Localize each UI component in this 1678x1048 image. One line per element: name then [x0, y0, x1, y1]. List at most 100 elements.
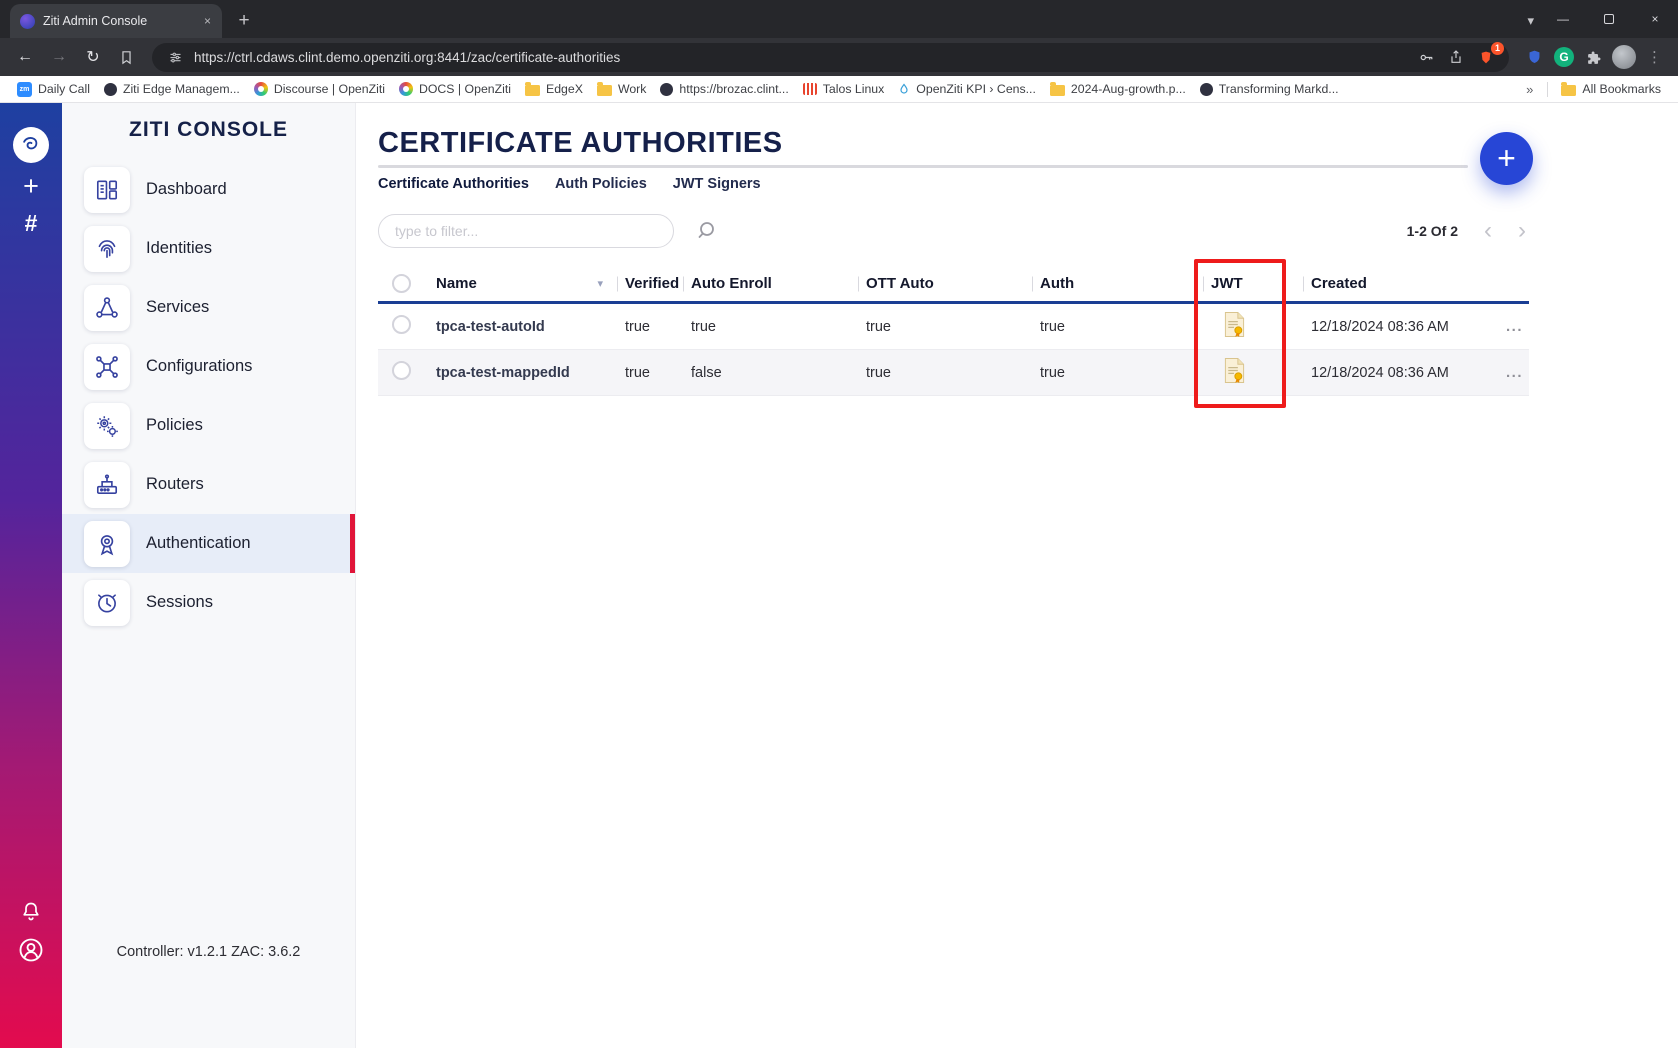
bookmark-item[interactable]: Transforming Markd...	[1193, 80, 1346, 98]
rail-add-button[interactable]: +	[23, 173, 39, 200]
tab-jwt-signers[interactable]: JWT Signers	[673, 176, 761, 192]
maximize-icon	[1604, 14, 1614, 24]
sidebar-item-sessions[interactable]: Sessions	[62, 573, 355, 632]
bookmark-item[interactable]: DOCS | OpenZiti	[392, 80, 518, 98]
window-controls: — ×	[1540, 0, 1678, 38]
column-header-auto-enroll[interactable]: Auto Enroll	[683, 266, 858, 301]
brave-shield-icon[interactable]: 1	[1475, 46, 1497, 68]
router-icon	[84, 462, 130, 508]
url-text[interactable]: https://ctrl.cdaws.clint.demo.openziti.o…	[194, 50, 1407, 65]
row-menu-button[interactable]: ...	[1498, 364, 1529, 381]
column-header-jwt[interactable]: JWT	[1203, 266, 1303, 301]
jwt-certificate-icon[interactable]	[1223, 311, 1246, 338]
bookmarks-bar: zmDaily Call Ziti Edge Managem... Discou…	[0, 76, 1678, 103]
ca-auto-enroll: false	[683, 365, 858, 381]
pagination: 1-2 Of 2 ‹ ›	[1407, 221, 1526, 241]
table-row[interactable]: tpca-test-autoId true true true true 12/…	[378, 304, 1529, 350]
bookmark-item[interactable]: OpenZiti KPI › Cens...	[891, 80, 1043, 98]
password-key-icon[interactable]	[1415, 46, 1437, 68]
back-icon[interactable]: ←	[10, 42, 40, 72]
search-icon[interactable]	[696, 219, 720, 243]
bookmark-item[interactable]: Talos Linux	[796, 80, 892, 98]
sidebar-item-identities[interactable]: Identities	[62, 219, 355, 278]
bookmark-folder[interactable]: 2024-Aug-growth.p...	[1043, 80, 1193, 98]
forward-icon[interactable]: →	[44, 42, 74, 72]
tab-auth-policies[interactable]: Auth Policies	[555, 176, 647, 192]
grammarly-extension-icon[interactable]: G	[1551, 44, 1577, 70]
tab-title: Ziti Admin Console	[43, 14, 193, 28]
folder-icon	[597, 85, 612, 96]
sidebar-item-dashboard[interactable]: Dashboard	[62, 160, 355, 219]
rail-hash-button[interactable]: #	[25, 212, 38, 235]
docs-favicon	[399, 82, 413, 96]
left-rail: + #	[0, 103, 62, 1048]
sort-chevron-icon[interactable]: ▾	[597, 277, 603, 290]
table-controls: 1-2 Of 2 ‹ ›	[378, 214, 1678, 248]
avatar	[1612, 45, 1636, 69]
tab-certificate-authorities[interactable]: Certificate Authorities	[378, 176, 529, 192]
console-title: ZITI CONSOLE	[62, 118, 355, 142]
bookmark-item[interactable]: Discourse | OpenZiti	[247, 80, 392, 98]
site-settings-icon[interactable]	[164, 46, 186, 68]
row-checkbox[interactable]	[392, 361, 411, 380]
share-icon[interactable]	[1445, 46, 1467, 68]
add-ca-button[interactable]: +	[1480, 132, 1533, 185]
row-checkbox[interactable]	[392, 315, 411, 334]
site-favicon	[660, 83, 673, 96]
sidebar-item-authentication[interactable]: Authentication	[62, 514, 355, 573]
ziti-admin-console: + # ZITI CONSOLE Dashboard Identities	[0, 103, 1678, 1048]
browser-tab[interactable]: Ziti Admin Console ×	[10, 4, 222, 38]
tab-close-icon[interactable]: ×	[201, 14, 214, 28]
sidebar-item-services[interactable]: Services	[62, 278, 355, 337]
ca-ott-auto: true	[858, 319, 1032, 335]
ca-auto-enroll: true	[683, 319, 858, 335]
column-header-ott-auto[interactable]: OTT Auto	[858, 266, 1032, 301]
title-divider	[378, 165, 1468, 168]
extensions-puzzle-icon[interactable]	[1581, 44, 1607, 70]
notifications-bell-icon[interactable]	[19, 900, 43, 924]
ca-name[interactable]: tpca-test-mappedId	[424, 365, 617, 381]
site-favicon	[104, 83, 117, 96]
bookmark-icon[interactable]	[112, 43, 140, 71]
fingerprint-icon	[84, 226, 130, 272]
ca-name[interactable]: tpca-test-autoId	[424, 319, 617, 335]
close-button[interactable]: ×	[1632, 0, 1678, 38]
bookmark-folder[interactable]: EdgeX	[518, 80, 590, 98]
minimize-button[interactable]: —	[1540, 0, 1586, 38]
new-tab-button[interactable]: +	[230, 7, 258, 35]
bookmark-item[interactable]: Ziti Edge Managem...	[97, 80, 247, 98]
account-icon[interactable]	[17, 936, 45, 964]
filter-input[interactable]	[378, 214, 674, 248]
all-bookmarks-button[interactable]: All Bookmarks	[1554, 80, 1668, 98]
tab-strip: Ziti Admin Console × + ▾ — ×	[0, 0, 1678, 38]
profile-avatar[interactable]	[1611, 44, 1637, 70]
table-header: Name▾ Verified Auto Enroll OTT Auto Auth…	[378, 266, 1529, 304]
browser-menu-icon[interactable]: ⋮	[1641, 48, 1668, 66]
sidebar-item-configurations[interactable]: Configurations	[62, 337, 355, 396]
jwt-certificate-icon[interactable]	[1223, 357, 1246, 384]
sidebar-item-policies[interactable]: Policies	[62, 396, 355, 455]
select-all-checkbox[interactable]	[392, 274, 411, 293]
page-prev-icon[interactable]: ‹	[1484, 221, 1492, 241]
table-row[interactable]: tpca-test-mappedId true false true true …	[378, 350, 1529, 396]
ca-verified: true	[617, 319, 683, 335]
configurations-icon	[84, 344, 130, 390]
bookmark-item[interactable]: https://brozac.clint...	[653, 80, 795, 98]
column-header-auth[interactable]: Auth	[1032, 266, 1203, 301]
bookmarks-overflow-button[interactable]: »	[1518, 82, 1541, 97]
maximize-button[interactable]	[1586, 0, 1632, 38]
page-next-icon[interactable]: ›	[1518, 221, 1526, 241]
sidebar-item-routers[interactable]: Routers	[62, 455, 355, 514]
ziti-logo-icon[interactable]	[13, 127, 49, 163]
bookmark-folder[interactable]: Work	[590, 80, 653, 98]
column-header-name[interactable]: Name▾	[424, 266, 617, 301]
clock-icon	[84, 580, 130, 626]
blue-shield-extension-icon[interactable]	[1521, 44, 1547, 70]
reload-icon[interactable]: ↻	[78, 42, 108, 72]
row-menu-button[interactable]: ...	[1498, 318, 1529, 335]
column-header-verified[interactable]: Verified	[617, 266, 683, 301]
address-bar[interactable]: https://ctrl.cdaws.clint.demo.openziti.o…	[152, 43, 1509, 72]
bookmark-item[interactable]: zmDaily Call	[10, 80, 97, 99]
column-header-created[interactable]: Created	[1303, 266, 1496, 301]
tab-search-chevron-icon[interactable]: ▾	[1527, 13, 1534, 29]
